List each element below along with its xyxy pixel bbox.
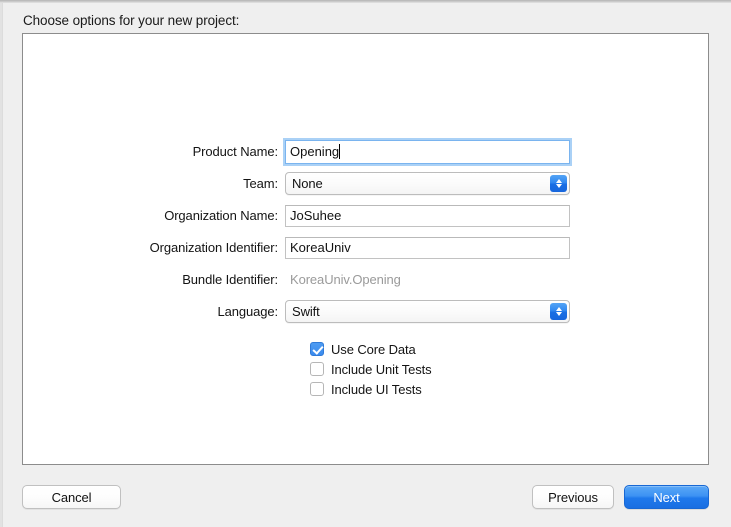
row-team: Team: None: [23, 169, 710, 198]
checkbox-row-use-core-data[interactable]: Use Core Data: [310, 339, 710, 359]
organization-name-label: Organization Name:: [164, 208, 278, 223]
options-checkbox-group: Use Core Data Include Unit Tests Include…: [23, 339, 710, 399]
options-panel: Product Name: Team: None Organization Na…: [22, 33, 709, 465]
language-label: Language:: [217, 304, 278, 319]
chevron-up-icon: [555, 179, 562, 183]
row-bundle-identifier: Bundle Identifier: KoreaUniv.Opening: [23, 265, 710, 294]
row-organization-identifier: Organization Identifier:: [23, 233, 710, 262]
next-button[interactable]: Next: [624, 485, 709, 509]
language-selected-value: Swift: [292, 304, 320, 319]
bundle-identifier-label: Bundle Identifier:: [182, 272, 278, 287]
language-popup-button[interactable]: Swift: [285, 300, 570, 323]
chevron-up-down-icon[interactable]: [550, 303, 567, 320]
use-core-data-label: Use Core Data: [331, 341, 416, 357]
product-name-label: Product Name:: [192, 144, 279, 159]
project-options-form: Product Name: Team: None Organization Na…: [23, 137, 710, 399]
cancel-button[interactable]: Cancel: [22, 485, 121, 509]
use-core-data-checkbox[interactable]: [310, 342, 324, 356]
window-left-edge: [0, 3, 3, 527]
chevron-down-icon: [555, 312, 562, 316]
checkbox-row-include-unit-tests[interactable]: Include Unit Tests: [310, 359, 710, 379]
team-selected-value: None: [292, 176, 323, 191]
bundle-identifier-value: KoreaUniv.Opening: [290, 272, 401, 287]
text-caret: [339, 143, 340, 159]
team-label: Team:: [243, 176, 278, 191]
chevron-up-icon: [555, 307, 562, 311]
chevron-up-down-icon[interactable]: [550, 175, 567, 192]
window-top-edge: [0, 0, 731, 3]
team-popup-button[interactable]: None: [285, 172, 570, 195]
organization-identifier-input[interactable]: [285, 236, 570, 259]
row-organization-name: Organization Name:: [23, 201, 710, 230]
row-language: Language: Swift: [23, 297, 710, 326]
organization-identifier-label: Organization Identifier:: [149, 240, 279, 255]
page-title: Choose options for your new project:: [23, 13, 240, 28]
row-product-name: Product Name:: [23, 137, 710, 166]
product-name-field-wrap: [285, 139, 570, 164]
include-ui-tests-label: Include UI Tests: [331, 381, 422, 397]
organization-name-input[interactable]: [285, 204, 570, 227]
include-unit-tests-checkbox[interactable]: [310, 362, 324, 376]
include-unit-tests-label: Include Unit Tests: [331, 361, 432, 377]
chevron-down-icon: [555, 184, 562, 188]
previous-button[interactable]: Previous: [532, 485, 614, 509]
product-name-input[interactable]: [285, 139, 570, 164]
include-ui-tests-checkbox[interactable]: [310, 382, 324, 396]
checkbox-row-include-ui-tests[interactable]: Include UI Tests: [310, 379, 710, 399]
